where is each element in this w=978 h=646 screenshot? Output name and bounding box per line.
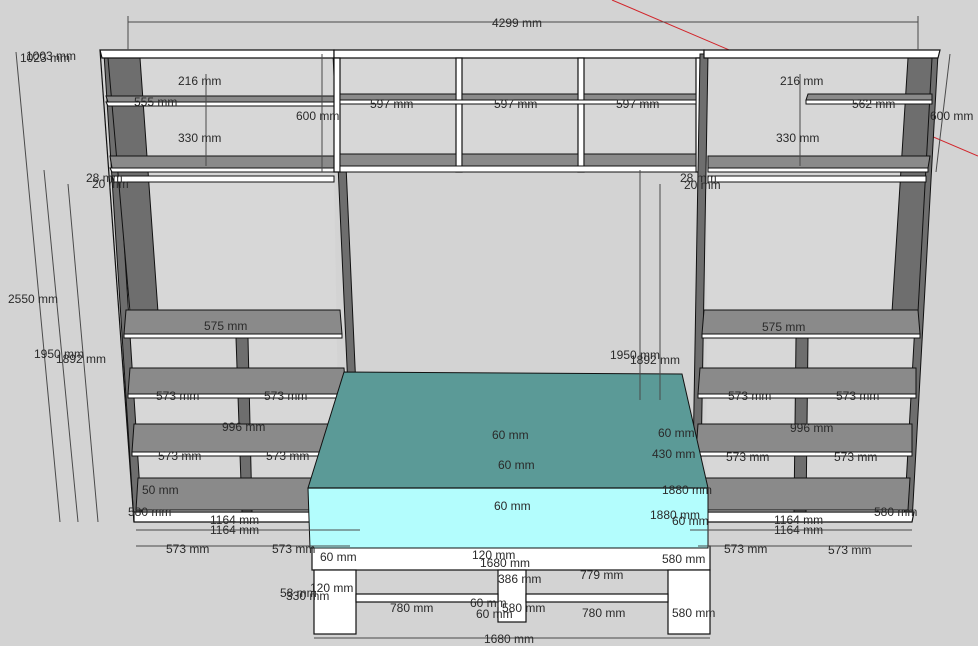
label-right-996: 996 mm: [790, 421, 833, 435]
label-top-1003: 1003 mm: [26, 49, 76, 63]
height-1950-line-left: [43, 169, 79, 523]
label-right-562: 562 mm: [852, 97, 895, 111]
middle-divider-1: [455, 57, 463, 173]
label-bed-430: 430 mm: [652, 447, 695, 461]
label-bed-779: 779 mm: [580, 568, 623, 582]
label-right-216: 216 mm: [780, 74, 823, 88]
label-right-573-bottom: 573 mm: [724, 542, 767, 556]
label-right-rod-20: 20 mm: [684, 178, 721, 192]
label-mid-597-a: 597 mm: [370, 97, 413, 111]
right-big-shelf: [701, 309, 921, 335]
label-right-573-bottom-b: 573 mm: [828, 543, 871, 557]
label-right-573-c: 573 mm: [726, 450, 769, 464]
label-left-573-d: 573 mm: [266, 449, 309, 463]
label-bed-330: 330 mm: [286, 589, 329, 603]
label-left-50: 50 mm: [142, 483, 179, 497]
label-bed-60-mid: 60 mm: [498, 458, 535, 472]
label-left-573-c: 573 mm: [158, 449, 201, 463]
label-left-573-a: 573 mm: [156, 389, 199, 403]
right-mid-shelf: [707, 155, 931, 169]
label-right-330: 330 mm: [776, 131, 819, 145]
label-overall-height: 2550 mm: [8, 292, 58, 306]
label-left-573-bottom-b: 573 mm: [272, 542, 315, 556]
label-left-573-bottom: 573 mm: [166, 542, 209, 556]
bed-front-face[interactable]: [307, 487, 709, 549]
label-left-580: 580 mm: [128, 505, 171, 519]
label-height-1892-right: 1892 mm: [630, 353, 680, 367]
label-right-575: 575 mm: [762, 320, 805, 334]
left-big-shelf-edge: [123, 333, 343, 339]
label-overall-width: 4299 mm: [492, 16, 542, 30]
label-left-rod-20: 20 mm: [92, 177, 129, 191]
middle-divider-2: [577, 57, 585, 173]
middle-shelf-c2: [583, 153, 697, 167]
left-mid-shelf-edge: [109, 167, 335, 173]
overall-height-line: [15, 51, 61, 523]
label-right-573-a: 573 mm: [728, 389, 771, 403]
left-hanging-rail: [111, 175, 335, 183]
label-bed-386: 386 mm: [498, 572, 541, 586]
label-bed-1680-bottom: 1680 mm: [484, 632, 534, 646]
label-left-573-b: 573 mm: [264, 389, 307, 403]
label-height-1892-left: 1892 mm: [56, 352, 106, 366]
label-bed-60-side: 60 mm: [672, 514, 709, 528]
bed-leg-front-right: [667, 569, 711, 635]
label-right-580: 580 mm: [874, 505, 917, 519]
label-bed-780-left: 780 mm: [390, 601, 433, 615]
left-unit-top-board: [99, 49, 335, 59]
label-left-575: 575 mm: [204, 319, 247, 333]
middle-back-panel: [340, 58, 700, 168]
middle-top-board: [333, 49, 705, 59]
label-right-573-b: 573 mm: [836, 389, 879, 403]
label-bed-1680-top: 1680 mm: [480, 556, 530, 570]
furniture-3d-model[interactable]: 4299 mm 1023 mm 1003 mm 2550 mm 1950 mm …: [0, 0, 978, 646]
label-left-996: 996 mm: [222, 420, 265, 434]
right-unit-top-board: [703, 49, 941, 59]
label-left-330: 330 mm: [178, 131, 221, 145]
label-left-216: 216 mm: [178, 74, 221, 88]
bed-rail-right: [525, 593, 669, 603]
label-left-555: 555 mm: [134, 95, 177, 109]
middle-shelf-edge-2: [339, 165, 697, 173]
sketchup-viewport[interactable]: 4299 mm 1023 mm 1003 mm 2550 mm 1950 mm …: [0, 0, 978, 646]
left-mid-shelf: [109, 155, 335, 169]
label-bed-580-a: 580 mm: [662, 552, 705, 566]
label-bed-60-top: 60 mm: [492, 428, 529, 442]
label-left-1164-b: 1164 mm: [210, 523, 259, 537]
label-mid-597-b: 597 mm: [494, 97, 537, 111]
label-mid-597-c: 597 mm: [616, 97, 659, 111]
label-right-573-d: 573 mm: [834, 450, 877, 464]
label-bed-60-front: 60 mm: [494, 499, 531, 513]
label-bed-580-c: 580 mm: [672, 606, 715, 620]
middle-shelf-a2: [339, 153, 457, 167]
middle-shelf-b2: [461, 153, 579, 167]
label-bed-780-right: 780 mm: [582, 606, 625, 620]
right-hanging-rail: [707, 175, 927, 183]
middle-top-cabinets[interactable]: [333, 49, 705, 173]
label-right-600: 600 mm: [930, 109, 973, 123]
right-big-shelf-edge: [701, 333, 921, 339]
label-left-600: 600 mm: [296, 109, 339, 123]
right-mid-shelf-edge: [707, 167, 929, 173]
label-bed-580-b: 580 mm: [502, 601, 545, 615]
label-bed-60-leg: 60 mm: [320, 550, 357, 564]
label-right-1164-b: 1164 mm: [774, 523, 823, 537]
label-bed-60-right: 60 mm: [658, 426, 695, 440]
label-bed-1880-a: 1880 mm: [662, 483, 712, 497]
